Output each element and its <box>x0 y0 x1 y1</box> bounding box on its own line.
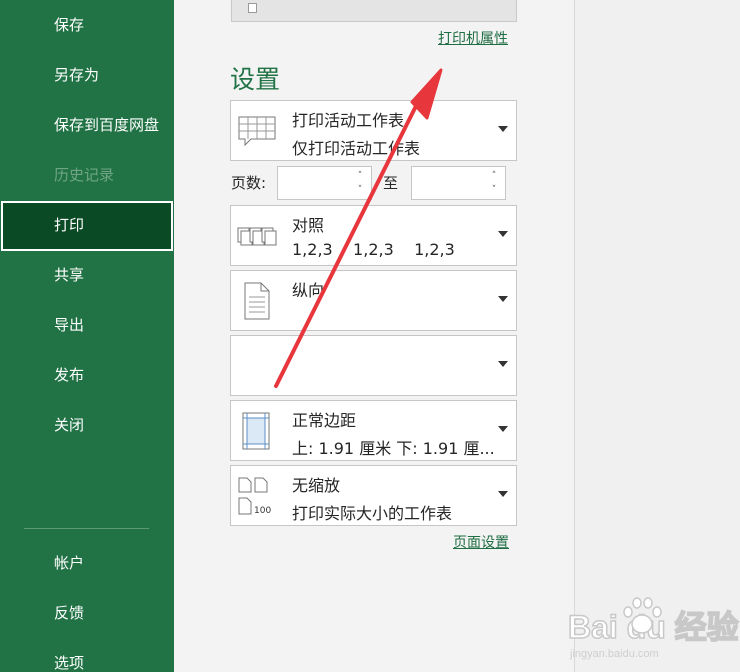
spin-up-icon[interactable]: ˄ <box>489 170 499 182</box>
orientation-value: 纵向 <box>292 281 325 300</box>
settings-heading: 设置 <box>230 65 281 94</box>
printer-selector[interactable] <box>231 0 517 22</box>
spin-down-icon[interactable]: ˅ <box>355 184 365 196</box>
margins-dropdown[interactable]: 正常边距 上: 1.91 厘米 下: 1.91 厘... <box>230 400 517 461</box>
sidebar-item-options[interactable]: 选项 <box>0 639 174 672</box>
sidebar-item-feedback[interactable]: 反馈 <box>0 589 174 637</box>
baidu-jingyan-watermark: Bai du 经验 <box>564 594 739 646</box>
sidebar-item-print[interactable]: 打印 <box>1 201 173 251</box>
print-what-description: 仅打印活动工作表 <box>292 139 421 158</box>
print-preview-pane <box>574 0 740 672</box>
sidebar-divider <box>24 528 149 529</box>
printer-icon <box>248 3 257 13</box>
chevron-down-icon <box>498 231 508 237</box>
collated-pages-icon <box>237 227 277 246</box>
orientation-dropdown[interactable]: 纵向 <box>230 270 517 331</box>
pages-to-label: 至 <box>383 174 399 192</box>
watermark-url: jingyan.baidu.com <box>570 648 659 660</box>
sidebar-item-save[interactable]: 保存 <box>0 1 174 49</box>
scaling-description: 打印实际大小的工作表 <box>292 504 453 523</box>
collation-dropdown[interactable]: 对照 1,2,3 1,2,3 1,2,3 <box>230 205 517 266</box>
backstage-sidebar: 保存 另存为 保存到百度网盘 历史记录 打印 共享 导出 发布 关闭 帐户 反馈… <box>0 0 174 672</box>
paper-size-dropdown[interactable] <box>230 335 517 396</box>
print-what-dropdown[interactable]: 打印活动工作表 仅打印活动工作表 <box>230 100 517 161</box>
pages-from-input[interactable]: ˄ ˅ <box>277 166 372 200</box>
pages-to-input[interactable]: ˄ ˅ <box>411 166 506 200</box>
sidebar-item-publish[interactable]: 发布 <box>0 351 174 399</box>
margins-description: 上: 1.91 厘米 下: 1.91 厘... <box>292 439 495 458</box>
chevron-down-icon <box>498 491 508 497</box>
chevron-down-icon <box>498 126 508 132</box>
scaling-value: 无缩放 <box>292 476 341 495</box>
worksheet-grid-icon <box>238 116 276 147</box>
spin-down-icon[interactable]: ˅ <box>489 184 499 196</box>
pages-label: 页数: <box>231 174 267 192</box>
sidebar-item-save-as[interactable]: 另存为 <box>0 51 174 99</box>
printer-properties-link[interactable]: 打印机属性 <box>438 28 508 48</box>
sidebar-item-export[interactable]: 导出 <box>0 301 174 349</box>
page-setup-link[interactable]: 页面设置 <box>453 532 509 552</box>
sidebar-item-account[interactable]: 帐户 <box>0 539 174 587</box>
print-what-value: 打印活动工作表 <box>292 111 405 130</box>
svg-text:100: 100 <box>254 506 271 516</box>
chevron-down-icon <box>498 296 508 302</box>
margins-icon <box>242 412 270 450</box>
collation-description: 1,2,3 1,2,3 1,2,3 <box>292 240 455 259</box>
paw-logo-icon <box>623 597 662 634</box>
chevron-down-icon <box>498 361 508 367</box>
sidebar-item-share[interactable]: 共享 <box>0 251 174 299</box>
spin-up-icon[interactable]: ˄ <box>355 170 365 182</box>
margins-value: 正常边距 <box>292 411 357 430</box>
sidebar-item-close[interactable]: 关闭 <box>0 401 174 449</box>
sidebar-item-save-to-baidu-pan[interactable]: 保存到百度网盘 <box>0 101 174 149</box>
sidebar-item-history: 历史记录 <box>54 166 115 184</box>
chevron-down-icon <box>498 426 508 432</box>
portrait-page-icon <box>244 282 270 320</box>
collation-value: 对照 <box>292 216 325 235</box>
no-scaling-icon: 100 <box>238 477 271 516</box>
scaling-dropdown[interactable]: 100 无缩放 打印实际大小的工作表 <box>230 465 517 526</box>
